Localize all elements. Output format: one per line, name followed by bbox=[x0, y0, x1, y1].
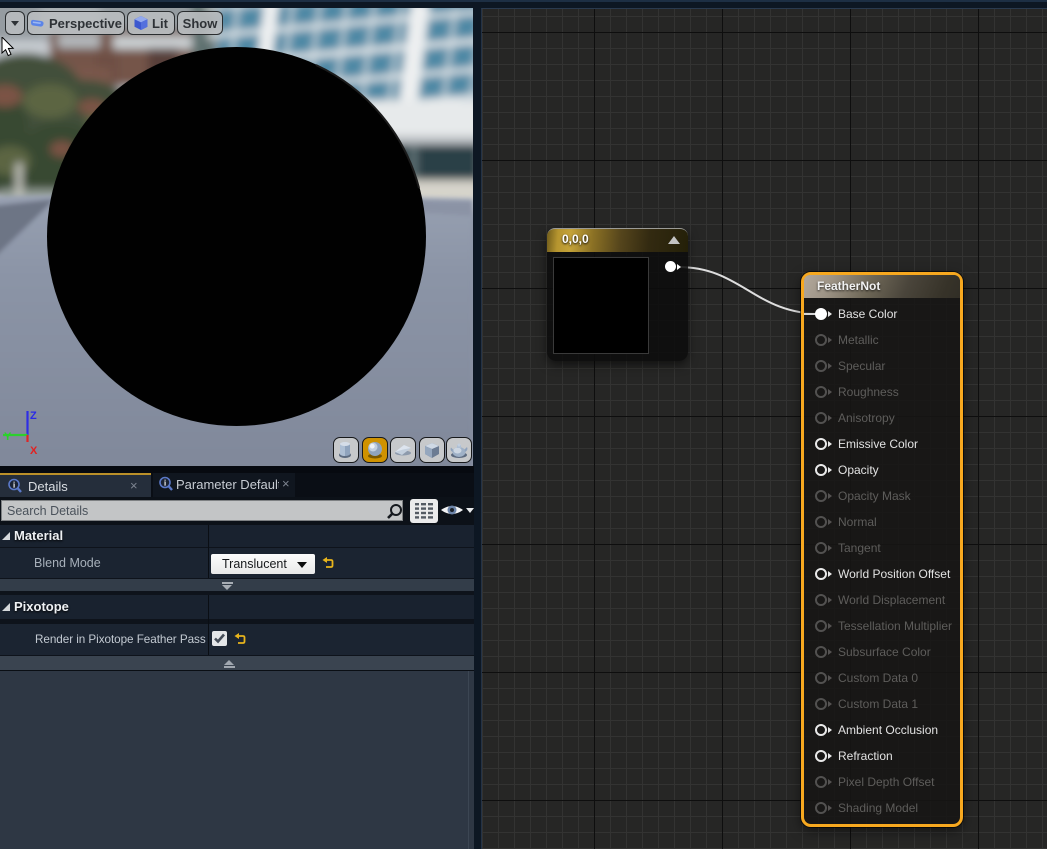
svg-text:X: X bbox=[30, 445, 38, 457]
svg-text:Z: Z bbox=[30, 410, 37, 422]
svg-text:Y: Y bbox=[4, 431, 12, 443]
